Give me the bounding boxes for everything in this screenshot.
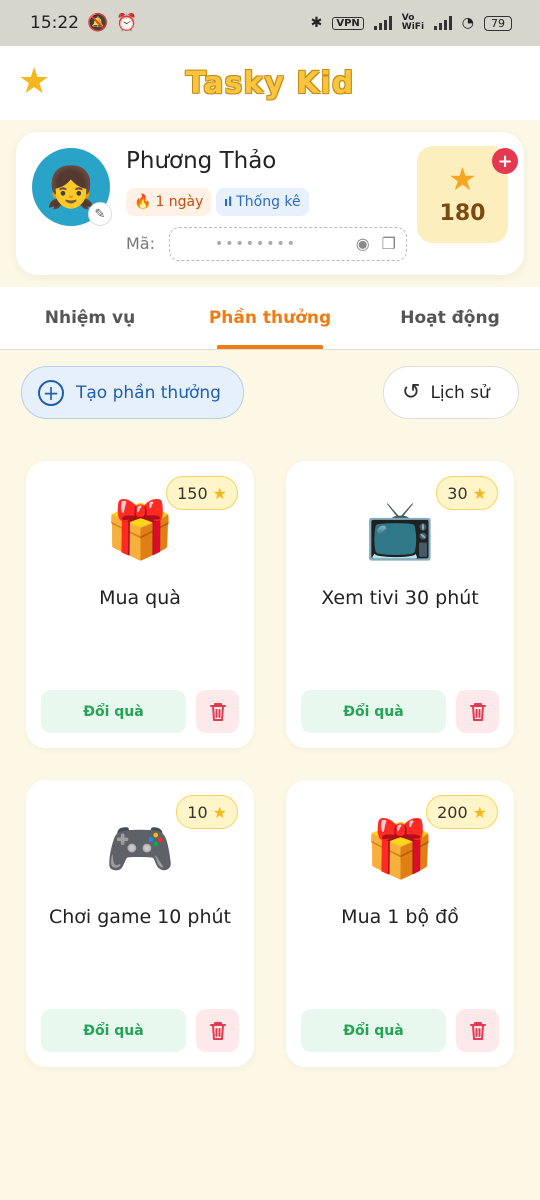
delete-button[interactable] bbox=[456, 690, 499, 733]
star-icon: ★ bbox=[472, 483, 487, 503]
redeem-button[interactable]: Đổi quà bbox=[41, 690, 186, 733]
star-icon: ★ bbox=[472, 802, 487, 822]
create-reward-label: Tạo phần thưởng bbox=[76, 382, 221, 403]
star-icon[interactable]: ★ bbox=[18, 64, 50, 100]
redeem-button[interactable]: Đổi quà bbox=[301, 690, 446, 733]
stats-button[interactable]: ıl Thống kê bbox=[216, 188, 309, 216]
child-name: Phương Thảo bbox=[126, 148, 277, 174]
gift-icon: 🎁 bbox=[365, 817, 435, 882]
app-logo: Tasky Kid bbox=[185, 65, 355, 101]
trash-icon bbox=[209, 702, 226, 721]
profile-card: 👧 ✎ Phương Thảo 🔥 1 ngày ıl Thống kê Mã:… bbox=[16, 132, 524, 275]
trash-icon bbox=[469, 702, 486, 721]
redeem-button[interactable]: Đổi quà bbox=[41, 1009, 186, 1052]
trash-icon bbox=[209, 1021, 226, 1040]
trash-icon bbox=[469, 1021, 486, 1040]
app-header: ★ Tasky Kid bbox=[0, 46, 540, 120]
cost-value: 10 bbox=[187, 802, 208, 822]
reward-title: Xem tivi 30 phút bbox=[321, 587, 479, 609]
create-reward-button[interactable]: + Tạo phần thưởng bbox=[21, 366, 244, 419]
status-time: 15:22 bbox=[30, 13, 79, 33]
cost-value: 30 bbox=[447, 483, 468, 503]
signal-icon-2 bbox=[433, 16, 452, 30]
delete-button[interactable] bbox=[196, 690, 239, 733]
code-field: •••••••• ◉ ❐ bbox=[169, 227, 407, 261]
tv-icon: 📺 bbox=[365, 498, 435, 563]
eye-icon[interactable]: ◉ bbox=[356, 234, 370, 253]
delete-button[interactable] bbox=[456, 1009, 499, 1052]
reward-card[interactable]: 10 ★ 🎮 Chơi game 10 phút Đổi quà bbox=[26, 780, 254, 1067]
edit-avatar-icon[interactable]: ✎ bbox=[88, 202, 112, 226]
star-icon: ★ bbox=[448, 160, 477, 198]
history-icon: ↺ bbox=[402, 380, 421, 405]
star-count: 180 bbox=[439, 201, 486, 226]
code-value: •••••••• bbox=[215, 236, 298, 252]
reward-card[interactable]: 150 ★ 🎁 Mua quà Đổi quà bbox=[26, 461, 254, 748]
add-stars-button[interactable]: + bbox=[492, 148, 518, 174]
vpn-badge: VPN bbox=[332, 16, 364, 30]
fire-icon: 🔥 bbox=[134, 194, 152, 210]
tab-rewards[interactable]: Phần thưởng bbox=[180, 287, 360, 349]
gift-icon: 🎁 bbox=[105, 498, 175, 563]
reward-title: Mua 1 bộ đồ bbox=[341, 906, 459, 928]
redeem-button[interactable]: Đổi quà bbox=[301, 1009, 446, 1052]
history-button[interactable]: ↺ Lịch sử bbox=[383, 366, 519, 419]
bluetooth-icon: ✱ bbox=[310, 15, 323, 31]
cost-value: 150 bbox=[177, 483, 208, 503]
reward-card[interactable]: 200 ★ 🎁 Mua 1 bộ đồ Đổi quà bbox=[286, 780, 514, 1067]
mute-icon: 🔕 bbox=[87, 13, 109, 33]
system-status-bar: 15:22 🔕 ⏰ ✱ VPN Vo WiFi ◔ 79 bbox=[0, 0, 540, 46]
copy-icon[interactable]: ❐ bbox=[382, 234, 396, 253]
signal-icon bbox=[373, 16, 392, 30]
reward-card[interactable]: 30 ★ 📺 Xem tivi 30 phút Đổi quà bbox=[286, 461, 514, 748]
reward-title: Mua quà bbox=[99, 587, 181, 609]
tab-bar: Nhiệm vụ Phần thưởng Hoạt động bbox=[0, 287, 540, 350]
game-controller-icon: 🎮 bbox=[105, 817, 175, 882]
battery-icon: 79 bbox=[484, 15, 512, 31]
star-icon: ★ bbox=[212, 802, 227, 822]
delete-button[interactable] bbox=[196, 1009, 239, 1052]
reward-title: Chơi game 10 phút bbox=[48, 906, 231, 928]
stats-label: Thống kê bbox=[236, 194, 301, 210]
cost-value: 200 bbox=[437, 802, 468, 822]
plus-circle-icon: + bbox=[38, 379, 64, 406]
vowifi-label: Vo WiFi bbox=[401, 13, 425, 32]
history-label: Lịch sử bbox=[430, 382, 490, 403]
tab-activity[interactable]: Hoạt động bbox=[360, 287, 540, 349]
wifi-icon: ◔ bbox=[461, 15, 474, 31]
streak-label: 1 ngày bbox=[155, 194, 204, 210]
streak-badge: 🔥 1 ngày bbox=[126, 188, 212, 216]
star-icon: ★ bbox=[212, 483, 227, 503]
bar-chart-icon: ıl bbox=[224, 195, 233, 209]
tab-tasks[interactable]: Nhiệm vụ bbox=[0, 287, 180, 349]
alarm-icon: ⏰ bbox=[116, 13, 138, 33]
code-label: Mã: bbox=[126, 234, 155, 253]
